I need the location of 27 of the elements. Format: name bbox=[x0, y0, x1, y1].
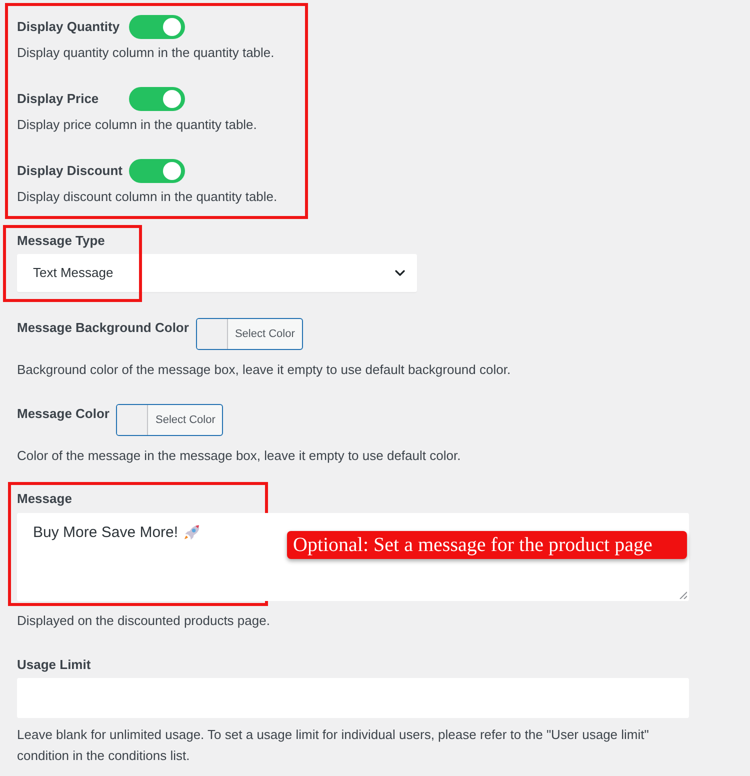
toggle-switch[interactable] bbox=[129, 159, 185, 183]
toggle-switch[interactable] bbox=[129, 15, 185, 39]
color-swatch-icon bbox=[117, 405, 148, 435]
field-label: Message Type bbox=[17, 232, 105, 250]
toggle-switch[interactable] bbox=[129, 87, 185, 111]
help-text: Displayed on the discounted products page. bbox=[17, 612, 270, 630]
select-color-button[interactable]: Select Color bbox=[196, 318, 303, 350]
color-swatch-icon bbox=[196, 319, 228, 349]
rocket-icon bbox=[184, 525, 200, 540]
field-label: Message bbox=[17, 490, 72, 508]
select-color-button[interactable]: Select Color bbox=[116, 404, 224, 436]
help-text: Display discount column in the quantity table. bbox=[17, 188, 278, 206]
field-label: Display Price bbox=[17, 90, 99, 108]
field-label: Display Discount bbox=[17, 162, 122, 180]
resize-handle-icon bbox=[679, 591, 687, 599]
message-type-select[interactable]: Text Message bbox=[17, 254, 417, 292]
field-label: Usage Limit bbox=[17, 656, 91, 674]
help-text: Leave blank for unlimited usage. To set a usage limit for individual users, please refer to the "User usage limit" condition in the conditions list. bbox=[17, 726, 650, 765]
annotation-callout: Optional: Set a message for the product page bbox=[287, 531, 687, 559]
help-text: Display price column in the quantity table. bbox=[17, 116, 257, 134]
field-label: Display Quantity bbox=[17, 18, 120, 36]
field-label: Message Background Color bbox=[17, 319, 189, 337]
help-text: Background color of the message box, leave it empty to use default background color. bbox=[17, 361, 511, 379]
help-text: Color of the message in the message box, leave it empty to use default color. bbox=[17, 447, 461, 465]
field-label: Message Color bbox=[17, 405, 110, 423]
help-text: Display quantity column in the quantity table. bbox=[17, 44, 274, 62]
message-text: Buy More Save More! bbox=[33, 523, 178, 543]
